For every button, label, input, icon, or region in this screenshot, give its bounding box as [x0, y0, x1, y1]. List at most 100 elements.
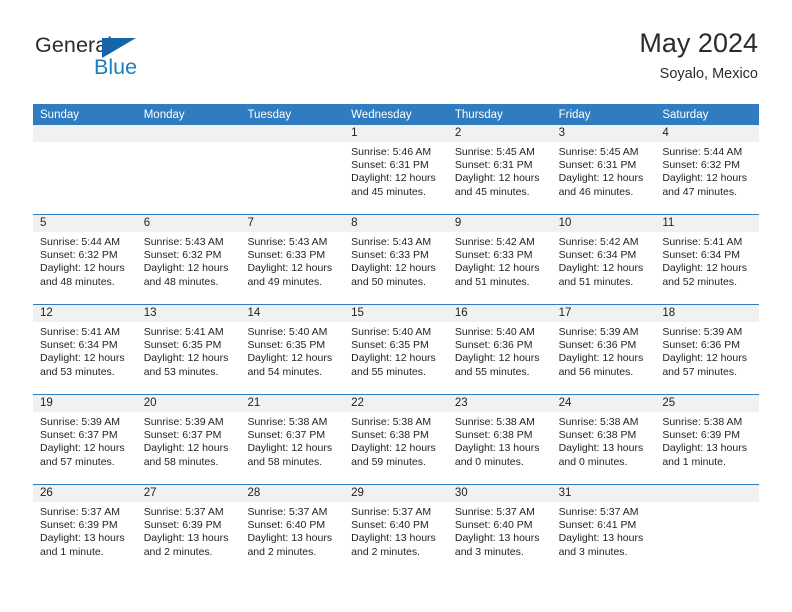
day-number	[33, 125, 137, 142]
day-sun-info: Sunrise: 5:39 AM Sunset: 6:37 PM Daylight:…	[137, 412, 241, 469]
day-number: 24	[551, 395, 656, 412]
sunrise-text: Sunrise: 5:37 AM	[247, 506, 328, 518]
day-number: 11	[655, 215, 760, 232]
weekday-thursday: Thursday	[454, 109, 503, 121]
logo-text-blue: Blue	[94, 55, 138, 79]
sunset-text: Sunset: 6:34 PM	[558, 249, 637, 262]
sunrise-text: Sunrise: 5:40 AM	[351, 326, 432, 338]
day-number: 1	[344, 125, 448, 142]
daylight-text: Daylight: 12 hours and 49 minutes.	[247, 262, 333, 288]
sunset-text: Sunset: 6:32 PM	[40, 249, 118, 262]
calendar-day-cell[interactable]: 24 Sunrise: 5:38 AM Sunset: 6:38 PM Dayligh…	[551, 395, 656, 484]
calendar-day-cell[interactable]: 6 Sunrise: 5:43 AM Sunset: 6:32 PM Daylight…	[136, 215, 241, 304]
day-sun-info: Sunrise: 5:42 AM Sunset: 6:33 PM Daylight:…	[448, 232, 552, 289]
calendar-day-cell[interactable]: 12 Sunrise: 5:41 AM Sunset: 6:34 PM Dayligh…	[33, 305, 137, 394]
day-sun-info: Sunrise: 5:45 AM Sunset: 6:31 PM Daylight:…	[552, 142, 656, 199]
day-sun-info: Sunrise: 5:42 AM Sunset: 6:34 PM Daylight:…	[552, 232, 656, 289]
title-block: May 2024 Soyalo, Mexico	[639, 26, 758, 82]
daylight-text: Daylight: 12 hours and 57 minutes.	[662, 352, 747, 378]
calendar-day-cell-empty	[240, 125, 345, 214]
daylight-text: Daylight: 13 hours and 2 minutes.	[247, 532, 333, 558]
daylight-text: Daylight: 12 hours and 50 minutes.	[351, 262, 436, 288]
calendar-day-cell[interactable]: 23 Sunrise: 5:38 AM Sunset: 6:38 PM Dayligh…	[447, 395, 552, 484]
day-number: 20	[136, 395, 241, 412]
sunrise-text: Sunrise: 5:39 AM	[40, 416, 120, 428]
sunrise-text: Sunrise: 5:39 AM	[143, 416, 224, 428]
calendar-day-cell[interactable]: 9 Sunrise: 5:42 AM Sunset: 6:33 PM Daylight…	[447, 215, 552, 304]
calendar-week-row: 5 Sunrise: 5:44 AM Sunset: 6:32 PM Daylight…	[33, 214, 760, 304]
day-sun-info: Sunrise: 5:41 AM Sunset: 6:34 PM Daylight:…	[33, 322, 137, 379]
calendar-day-cell[interactable]: 11 Sunrise: 5:41 AM Sunset: 6:34 PM Dayligh…	[655, 215, 760, 304]
calendar-day-cell[interactable]: 31 Sunrise: 5:37 AM Sunset: 6:41 PM Dayligh…	[551, 485, 656, 574]
sunrise-text: Sunrise: 5:43 AM	[247, 236, 328, 248]
day-sun-info: Sunrise: 5:46 AM Sunset: 6:31 PM Daylight:…	[344, 142, 448, 199]
calendar-day-cell[interactable]: 17 Sunrise: 5:39 AM Sunset: 6:36 PM Dayligh…	[551, 305, 656, 394]
daylight-text: Daylight: 13 hours and 3 minutes.	[454, 532, 540, 558]
day-sun-info: Sunrise: 5:43 AM Sunset: 6:33 PM Daylight:…	[240, 232, 344, 289]
day-sun-info: Sunrise: 5:38 AM Sunset: 6:37 PM Daylight:…	[240, 412, 344, 469]
day-sun-info: Sunrise: 5:38 AM Sunset: 6:38 PM Daylight:…	[448, 412, 552, 469]
daylight-text: Daylight: 12 hours and 53 minutes.	[40, 352, 125, 378]
day-number: 5	[33, 215, 137, 232]
calendar-week-row: 19 Sunrise: 5:39 AM Sunset: 6:37 PM Dayligh…	[33, 394, 760, 484]
sunset-text: Sunset: 6:39 PM	[662, 429, 740, 442]
calendar-page: General Blue May 2024 Soyalo, Mexico Sun…	[0, 0, 792, 612]
calendar-week-row: 1 Sunrise: 5:46 AM Sunset: 6:31 PM Daylight…	[33, 125, 760, 214]
calendar-day-cell[interactable]: 18 Sunrise: 5:39 AM Sunset: 6:36 PM Dayligh…	[655, 305, 760, 394]
sunset-text: Sunset: 6:38 PM	[351, 429, 429, 442]
day-number: 26	[33, 485, 137, 502]
day-sun-info: Sunrise: 5:37 AM Sunset: 6:40 PM Daylight:…	[448, 502, 552, 559]
calendar-day-cell[interactable]: 15 Sunrise: 5:40 AM Sunset: 6:35 PM Dayligh…	[344, 305, 448, 394]
sunset-text: Sunset: 6:38 PM	[558, 429, 637, 442]
sunset-text: Sunset: 6:37 PM	[143, 429, 222, 442]
calendar-day-cell[interactable]: 3 Sunrise: 5:45 AM Sunset: 6:31 PM Daylight…	[551, 125, 656, 214]
day-sun-info: Sunrise: 5:40 AM Sunset: 6:35 PM Daylight:…	[240, 322, 344, 379]
day-sun-info: Sunrise: 5:40 AM Sunset: 6:36 PM Daylight:…	[448, 322, 552, 379]
weekday-saturday: Saturday	[662, 109, 709, 121]
calendar-day-cell[interactable]: 29 Sunrise: 5:37 AM Sunset: 6:40 PM Dayligh…	[344, 485, 448, 574]
weekday-wednesday: Wednesday	[351, 109, 412, 121]
calendar-day-cell[interactable]: 21 Sunrise: 5:38 AM Sunset: 6:37 PM Dayligh…	[240, 395, 345, 484]
calendar-day-cell[interactable]: 28 Sunrise: 5:37 AM Sunset: 6:40 PM Dayligh…	[240, 485, 345, 574]
page-header: General Blue May 2024 Soyalo, Mexico	[0, 26, 792, 98]
daylight-text: Daylight: 12 hours and 57 minutes.	[40, 442, 125, 468]
calendar-day-cell[interactable]: 13 Sunrise: 5:41 AM Sunset: 6:35 PM Dayligh…	[136, 305, 241, 394]
day-sun-info: Sunrise: 5:41 AM Sunset: 6:35 PM Daylight:…	[137, 322, 241, 379]
sunset-text: Sunset: 6:31 PM	[351, 159, 429, 172]
calendar-day-cell[interactable]: 4 Sunrise: 5:44 AM Sunset: 6:32 PM Daylight…	[655, 125, 760, 214]
calendar-day-cell[interactable]: 26 Sunrise: 5:37 AM Sunset: 6:39 PM Dayligh…	[33, 485, 137, 574]
calendar-day-cell[interactable]: 16 Sunrise: 5:40 AM Sunset: 6:36 PM Dayligh…	[447, 305, 552, 394]
calendar-day-cell[interactable]: 7 Sunrise: 5:43 AM Sunset: 6:33 PM Daylight…	[240, 215, 345, 304]
calendar-day-cell[interactable]: 20 Sunrise: 5:39 AM Sunset: 6:37 PM Dayligh…	[136, 395, 241, 484]
day-number: 30	[447, 485, 552, 502]
calendar-day-cell[interactable]: 5 Sunrise: 5:44 AM Sunset: 6:32 PM Daylight…	[33, 215, 137, 304]
sunrise-text: Sunrise: 5:38 AM	[351, 416, 432, 428]
calendar-day-cell[interactable]: 2 Sunrise: 5:45 AM Sunset: 6:31 PM Daylight…	[447, 125, 552, 214]
calendar-day-cell-empty	[136, 125, 241, 214]
calendar-day-cell-empty	[655, 485, 760, 574]
sunrise-text: Sunrise: 5:40 AM	[454, 326, 535, 338]
calendar-day-cell[interactable]: 1 Sunrise: 5:46 AM Sunset: 6:31 PM Daylight…	[344, 125, 448, 214]
daylight-text: Daylight: 12 hours and 53 minutes.	[143, 352, 229, 378]
sunset-text: Sunset: 6:37 PM	[40, 429, 118, 442]
general-blue-logo: General Blue	[34, 26, 174, 88]
sunrise-text: Sunrise: 5:42 AM	[454, 236, 535, 248]
daylight-text: Daylight: 13 hours and 2 minutes.	[143, 532, 229, 558]
calendar-grid: Sunday Monday Tuesday Wednesday Thursday…	[33, 104, 760, 574]
weekday-sunday: Sunday	[40, 109, 80, 121]
calendar-day-cell[interactable]: 22 Sunrise: 5:38 AM Sunset: 6:38 PM Dayligh…	[344, 395, 448, 484]
calendar-day-cell[interactable]: 19 Sunrise: 5:39 AM Sunset: 6:37 PM Dayligh…	[33, 395, 137, 484]
day-number: 6	[136, 215, 241, 232]
calendar-day-cell[interactable]: 27 Sunrise: 5:37 AM Sunset: 6:39 PM Dayligh…	[136, 485, 241, 574]
calendar-day-cell[interactable]: 10 Sunrise: 5:42 AM Sunset: 6:34 PM Dayligh…	[551, 215, 656, 304]
day-sun-info: Sunrise: 5:44 AM Sunset: 6:32 PM Daylight:…	[655, 142, 759, 199]
daylight-text: Daylight: 12 hours and 47 minutes.	[662, 172, 747, 198]
calendar-day-cell[interactable]: 14 Sunrise: 5:40 AM Sunset: 6:35 PM Dayligh…	[240, 305, 345, 394]
calendar-day-cell[interactable]: 8 Sunrise: 5:43 AM Sunset: 6:33 PM Daylight…	[344, 215, 448, 304]
sunset-text: Sunset: 6:39 PM	[143, 519, 222, 532]
day-number	[136, 125, 241, 142]
weekday-tuesday: Tuesday	[247, 109, 292, 121]
calendar-day-cell[interactable]: 30 Sunrise: 5:37 AM Sunset: 6:40 PM Dayligh…	[447, 485, 552, 574]
calendar-day-cell[interactable]: 25 Sunrise: 5:38 AM Sunset: 6:39 PM Dayligh…	[655, 395, 760, 484]
day-sun-info: Sunrise: 5:38 AM Sunset: 6:38 PM Daylight:…	[552, 412, 656, 469]
